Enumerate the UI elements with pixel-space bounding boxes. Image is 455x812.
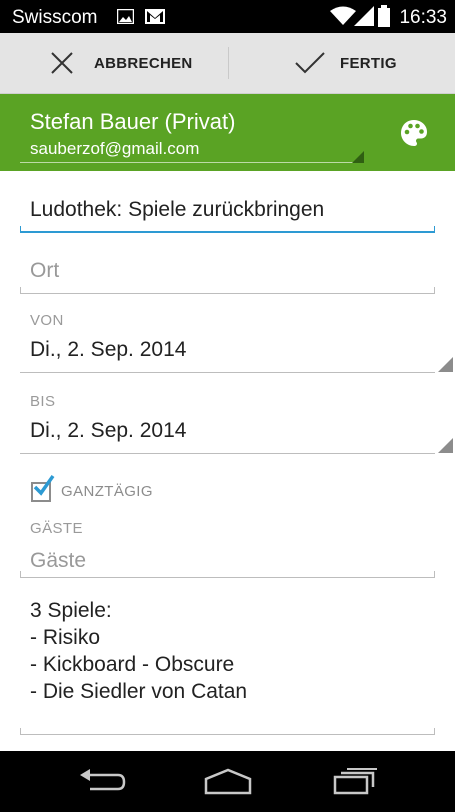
carrier-name: Swisscom <box>12 7 98 28</box>
palette-icon[interactable] <box>399 118 429 148</box>
from-date-spinner[interactable]: Di., 2. Sep. 2014 <box>30 338 186 362</box>
to-dropdown-indicator <box>438 438 453 453</box>
description-line: - Die Siedler von Catan <box>30 680 248 703</box>
cancel-button[interactable]: ABBRECHEN <box>50 33 193 93</box>
all-day-label: GANZTÄGIG <box>61 483 153 500</box>
gmail-icon <box>145 9 165 24</box>
action-divider <box>228 47 229 79</box>
cancel-label: ABBRECHEN <box>94 54 193 72</box>
guests-input[interactable]: Gäste <box>30 549 86 573</box>
signal-icon <box>354 6 374 26</box>
from-dropdown-indicator <box>438 357 453 372</box>
description-line: 3 Spiele: <box>30 599 112 622</box>
location-input[interactable]: Ort <box>30 259 59 283</box>
image-notification-icon <box>117 9 134 24</box>
wifi-icon <box>330 6 356 25</box>
done-button[interactable]: FERTIG <box>294 33 397 93</box>
action-bar: ABBRECHEN FERTIG <box>0 33 455 94</box>
status-time: 16:33 <box>399 7 447 28</box>
event-form: Ludothek: Spiele zurückbringen Ort VON D… <box>0 171 455 751</box>
back-icon[interactable] <box>78 769 126 795</box>
close-icon <box>51 52 73 74</box>
account-dropdown-indicator <box>352 151 364 163</box>
to-label: BIS <box>30 393 56 410</box>
to-date-spinner[interactable]: Di., 2. Sep. 2014 <box>30 419 186 443</box>
recents-icon[interactable] <box>333 767 377 795</box>
checkmark-icon <box>295 52 325 74</box>
guests-underline <box>20 571 435 578</box>
account-selector[interactable]: Stefan Bauer (Privat) sauberzof@gmail.co… <box>0 94 455 171</box>
description-input[interactable]: 3 Spiele: - Risiko - Kickboard - Obscure… <box>0 591 455 741</box>
guests-label: GÄSTE <box>30 520 83 537</box>
status-bar: Swisscom 16:33 <box>0 0 455 33</box>
title-input[interactable]: Ludothek: Spiele zurückbringen <box>30 198 324 222</box>
description-line: - Risiko <box>30 626 101 649</box>
checkmark-icon <box>33 474 55 496</box>
description-underline <box>20 728 435 735</box>
location-underline <box>20 287 435 294</box>
from-underline <box>20 372 435 373</box>
account-name: Stefan Bauer (Privat) <box>30 109 236 134</box>
from-label: VON <box>30 312 64 329</box>
to-underline <box>20 453 435 454</box>
title-underline <box>20 226 435 233</box>
navigation-bar <box>0 751 455 812</box>
home-icon[interactable] <box>203 767 253 795</box>
account-email: sauberzof@gmail.com <box>30 139 200 158</box>
description-line: - Kickboard - Obscure <box>30 653 235 676</box>
account-underline <box>20 162 364 163</box>
done-label: FERTIG <box>340 54 397 72</box>
battery-icon <box>378 5 390 27</box>
